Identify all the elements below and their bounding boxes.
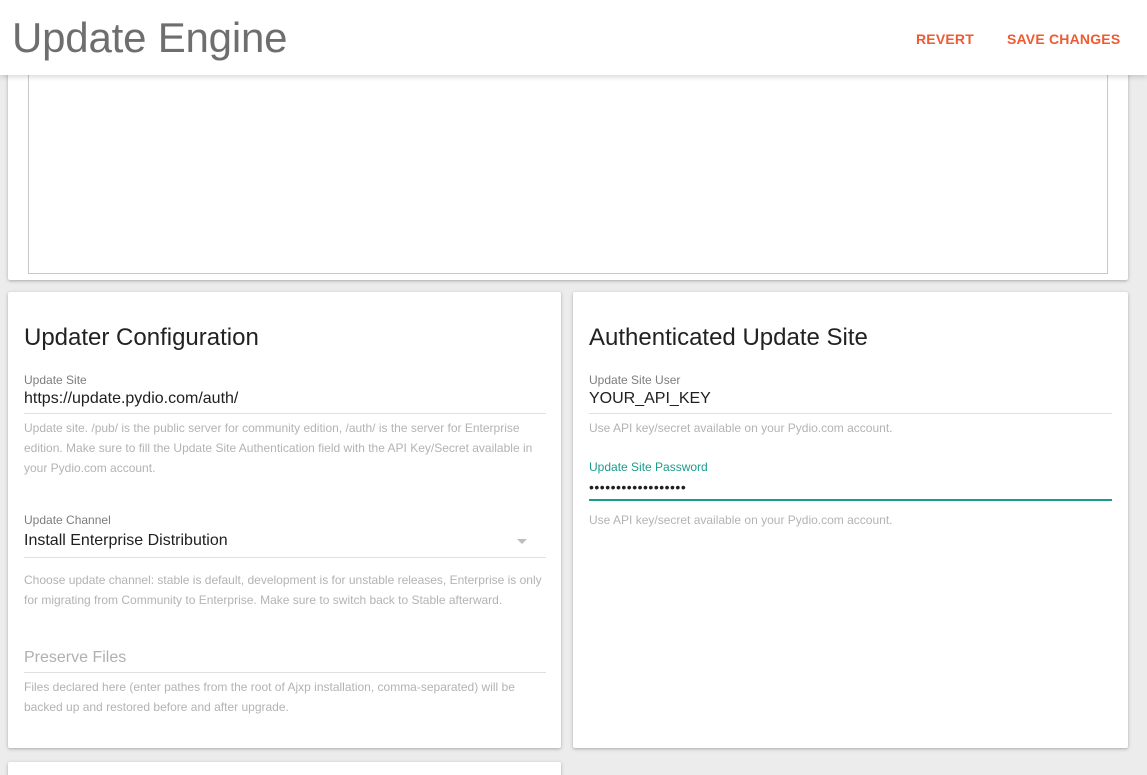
preserve-files-underline [24, 672, 546, 673]
dropdown-arrow-icon[interactable] [517, 539, 527, 544]
update-site-user-label: Update Site User [589, 373, 681, 387]
update-channel-underline [24, 557, 546, 558]
update-site-user-input[interactable]: YOUR_API_KEY [589, 390, 711, 408]
authenticated-update-site-title: Authenticated Update Site [589, 324, 868, 351]
update-site-label: Update Site [24, 373, 87, 387]
preserve-files-help: Files declared here (enter pathes from t… [24, 680, 515, 714]
page-title: Update Engine [12, 14, 288, 61]
update-site-password-label: Update Site Password [589, 460, 708, 474]
update-site-input[interactable]: https://update.pydio.com/auth/ [24, 390, 238, 408]
updater-configuration-card: Updater Configuration Update Site https:… [8, 292, 561, 748]
next-card [8, 762, 561, 775]
updater-configuration-title: Updater Configuration [24, 324, 259, 351]
update-site-password-help: Use API key/secret available on your Pyd… [589, 513, 893, 527]
update-site-underline [24, 413, 546, 414]
update-site-password-underline [589, 499, 1112, 501]
update-site-user-help: Use API key/secret available on your Pyd… [589, 421, 893, 435]
update-site-password-input[interactable]: •••••••••••••••••• [589, 479, 686, 495]
preserve-files-input[interactable]: Preserve Files [24, 649, 126, 667]
app-window: Update Engine REVERT SAVE CHANGES Update… [0, 0, 1147, 775]
authenticated-update-site-card: Authenticated Update Site Update Site Us… [573, 292, 1128, 748]
save-changes-button[interactable]: SAVE CHANGES [1007, 24, 1120, 54]
revert-button[interactable]: REVERT [916, 24, 974, 54]
update-site-user-underline [589, 413, 1112, 414]
update-channel-help: Choose update channel: stable is default… [24, 573, 542, 607]
update-channel-value[interactable]: Install Enterprise Distribution [24, 532, 228, 550]
update-site-help: Update site. /pub/ is the public server … [24, 421, 533, 475]
update-channel-label: Update Channel [24, 513, 111, 527]
header-bar: Update Engine REVERT SAVE CHANGES [0, 0, 1147, 75]
